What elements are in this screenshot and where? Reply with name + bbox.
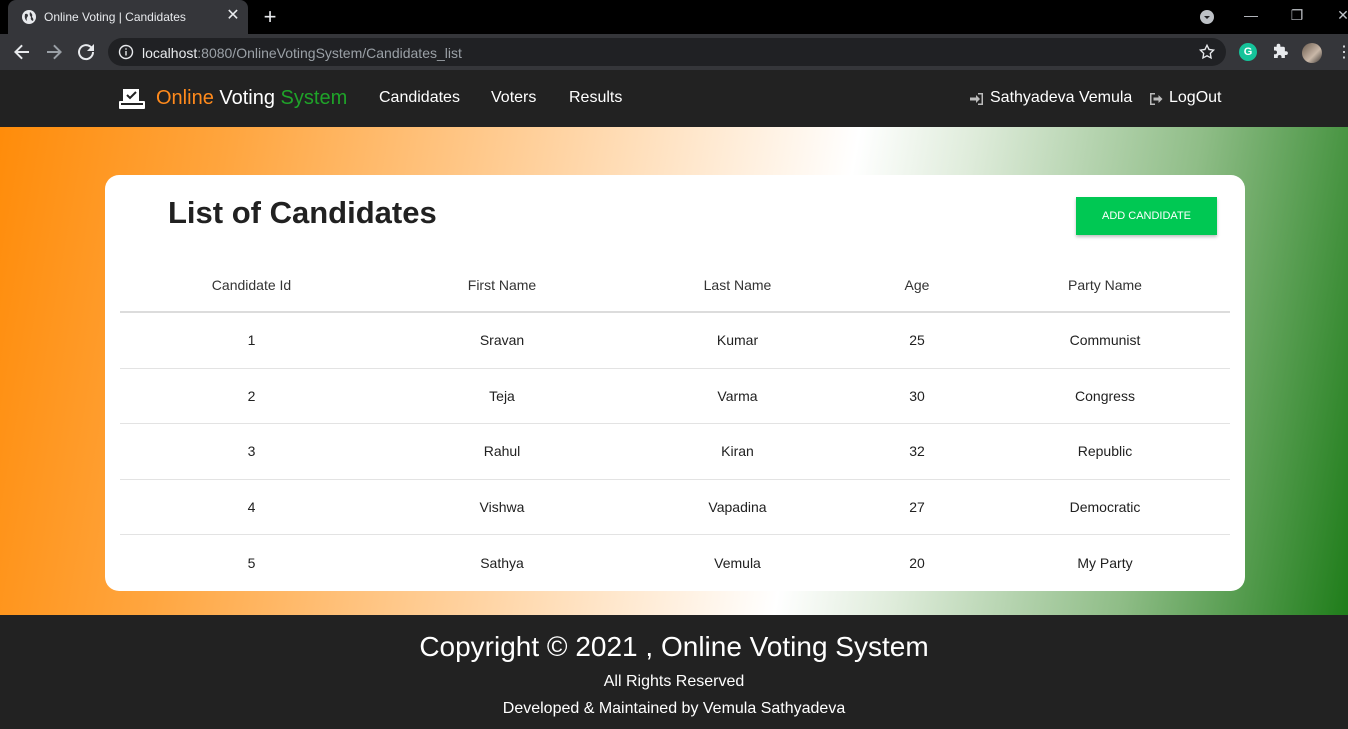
cell-age: 27 [909, 498, 925, 515]
header-candidate-id: Candidate Id [211, 276, 292, 293]
profile-avatar[interactable] [1302, 43, 1322, 63]
table-header-row: Candidate Id First Name Last Name Age Pa… [120, 258, 1230, 313]
tab-search-icon[interactable] [1199, 9, 1215, 25]
cell-candidate-id: 5 [247, 554, 256, 571]
cell-first-name: Sathya [480, 554, 524, 571]
site-navbar: Online Voting System Candidates Voters R… [0, 70, 1348, 127]
page-title: List of Candidates [168, 195, 437, 230]
cell-last-name: Kiran [721, 443, 754, 460]
table-row: 5 Sathya Vemula 20 My Party [120, 535, 1230, 591]
forward-arrow-icon[interactable] [42, 40, 66, 64]
address-bar[interactable]: localhost:8080/OnlineVotingSystem/Candid… [108, 38, 1226, 66]
header-party-name: Party Name [1068, 276, 1142, 293]
reload-icon[interactable] [74, 40, 98, 64]
browser-menu-icon[interactable]: ⋮ [1336, 44, 1348, 62]
browser-toolbar: localhost:8080/OnlineVotingSystem/Candid… [0, 34, 1348, 70]
back-arrow-icon[interactable] [10, 40, 34, 64]
bookmark-star-icon[interactable] [1198, 43, 1216, 61]
tab-title: Online Voting | Candidates [44, 10, 186, 24]
brand-word-online: Online [156, 87, 214, 109]
cell-age: 20 [909, 554, 925, 571]
header-first-name: First Name [467, 276, 537, 293]
site-footer: Copyright © 2021 , Online Voting System … [0, 615, 1348, 729]
nav-link-results[interactable]: Results [569, 89, 622, 107]
cell-first-name: Teja [489, 387, 515, 404]
info-icon[interactable] [118, 44, 134, 60]
cell-last-name: Vapadina [708, 498, 767, 515]
restore-icon[interactable]: ❐ [1274, 0, 1320, 30]
cell-party-name: Democratic [1069, 498, 1141, 515]
header-age: Age [904, 276, 930, 293]
cell-age: 25 [909, 332, 925, 349]
cell-candidate-id: 4 [247, 498, 256, 515]
browser-tab-strip: Online Voting | Candidates ✕ + — ❐ ✕ [0, 0, 1348, 34]
cell-last-name: Varma [717, 387, 758, 404]
extensions-puzzle-icon[interactable] [1271, 43, 1289, 61]
grammarly-extension-icon[interactable]: G [1239, 43, 1257, 61]
cell-candidate-id: 2 [247, 387, 256, 404]
window-close-icon[interactable]: ✕ [1320, 0, 1348, 30]
user-name-link[interactable]: Sathyadeva Vemula [990, 89, 1132, 107]
cell-party-name: My Party [1077, 554, 1133, 571]
cell-first-name: Sravan [479, 332, 525, 349]
tab-close-icon[interactable]: ✕ [224, 7, 242, 25]
brand-logo-text[interactable]: Online Voting System [156, 87, 347, 110]
sign-in-icon [970, 93, 983, 105]
cell-last-name: Vemula [714, 554, 761, 571]
url-text[interactable]: localhost:8080/OnlineVotingSystem/Candid… [142, 45, 462, 61]
add-candidate-button[interactable]: ADD CANDIDATE [1076, 197, 1217, 235]
sign-out-icon [1150, 93, 1163, 105]
footer-rights: All Rights Reserved [603, 673, 745, 690]
candidates-table: Candidate Id First Name Last Name Age Pa… [120, 258, 1230, 591]
table-row: 1 Sravan Kumar 25 Communist [120, 313, 1230, 369]
candidates-card: List of Candidates ADD CANDIDATE Candida… [105, 175, 1245, 591]
brand-word-voting: Voting [219, 87, 275, 109]
table-row: 2 Teja Varma 30 Congress [120, 369, 1230, 424]
header-last-name: Last Name [703, 276, 772, 293]
logout-link[interactable]: LogOut [1169, 89, 1221, 107]
cell-last-name: Kumar [716, 332, 759, 349]
cell-candidate-id: 1 [247, 332, 256, 349]
browser-tab-active[interactable]: Online Voting | Candidates ✕ [8, 0, 248, 34]
cell-first-name: Rahul [483, 443, 521, 460]
nav-link-voters[interactable]: Voters [491, 89, 536, 107]
cell-age: 32 [909, 443, 925, 460]
url-host: localhost [142, 45, 198, 61]
minimize-icon[interactable]: — [1228, 0, 1274, 30]
cell-age: 30 [909, 387, 925, 404]
nav-link-candidates[interactable]: Candidates [379, 89, 460, 107]
cell-candidate-id: 3 [247, 443, 256, 460]
url-path: :8080/OnlineVotingSystem/Candidates_list [197, 45, 462, 61]
table-row: 4 Vishwa Vapadina 27 Democratic [120, 480, 1230, 535]
cell-party-name: Congress [1075, 387, 1135, 404]
cell-first-name: Vishwa [479, 498, 525, 515]
new-tab-icon[interactable]: + [258, 5, 282, 29]
cell-party-name: Republic [1077, 443, 1133, 460]
brand-word-system: System [280, 87, 348, 109]
footer-developer: Developed & Maintained by Vemula Sathyad… [502, 700, 846, 717]
ballot-box-icon [119, 89, 145, 109]
footer-copyright: Copyright © 2021 , Online Voting System [419, 631, 929, 662]
table-row: 3 Rahul Kiran 32 Republic [120, 424, 1230, 480]
globe-icon [22, 10, 36, 24]
cell-party-name: Communist [1069, 332, 1141, 349]
